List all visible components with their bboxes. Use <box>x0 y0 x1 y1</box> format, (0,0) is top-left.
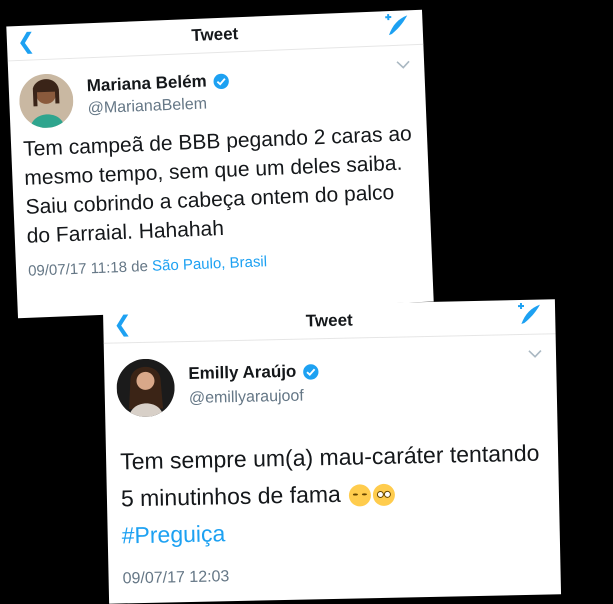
tweet-card-mariana: ❮ Tweet Mariana Belém @MarianaBelem Tem … <box>6 9 434 319</box>
sleepy-face-emoji <box>348 484 372 507</box>
tweet-timestamp: 09/07/17 11:18 <box>27 258 128 280</box>
author-name[interactable]: Mariana Belém <box>86 71 207 96</box>
from-word: de <box>130 257 149 276</box>
tweet-text: Tem sempre um(a) mau-caráter tentando 5 … <box>119 439 540 512</box>
tweet-location-link[interactable]: São Paulo, Brasil <box>152 253 268 275</box>
chevron-down-icon[interactable] <box>396 59 410 70</box>
compose-tweet-icon[interactable] <box>382 12 411 39</box>
verified-badge-icon <box>303 363 319 380</box>
author-handle[interactable]: @MarianaBelem <box>87 95 207 118</box>
verified-badge-icon <box>213 73 229 89</box>
hashtag-link[interactable]: #Preguiça <box>121 509 546 555</box>
tweet-card-emilly: ❮ Tweet Emilly Araújo @emillyaraujoof Te… <box>102 299 562 604</box>
avatar[interactable] <box>18 72 75 129</box>
chevron-down-icon[interactable] <box>528 349 542 359</box>
author-name[interactable]: Emilly Araújo <box>188 362 296 384</box>
tweet-text-block: Tem sempre um(a) mau-caráter tentando 5 … <box>106 430 560 554</box>
tweet-text: Tem campeã de BBB pegando 2 caras ao mes… <box>22 122 413 248</box>
compose-tweet-icon[interactable] <box>515 302 544 329</box>
author-name-line: Emilly Araújo <box>188 361 319 384</box>
author-handle[interactable]: @emillyaraujoof <box>189 388 304 408</box>
rolling-eyes-emoji <box>372 483 396 507</box>
nav-title: Tweet <box>305 310 353 331</box>
tweet-meta: 09/07/17 11:18 de São Paulo, Brasil <box>16 247 432 281</box>
tweet-header: Emilly Araújo @emillyaraujoof <box>104 334 557 418</box>
tweet-timestamp: 09/07/17 12:03 <box>122 568 230 588</box>
author-name-line: Mariana Belém <box>86 71 230 97</box>
tweet-meta: 09/07/17 12:03 <box>108 561 560 588</box>
avatar[interactable] <box>116 358 176 418</box>
